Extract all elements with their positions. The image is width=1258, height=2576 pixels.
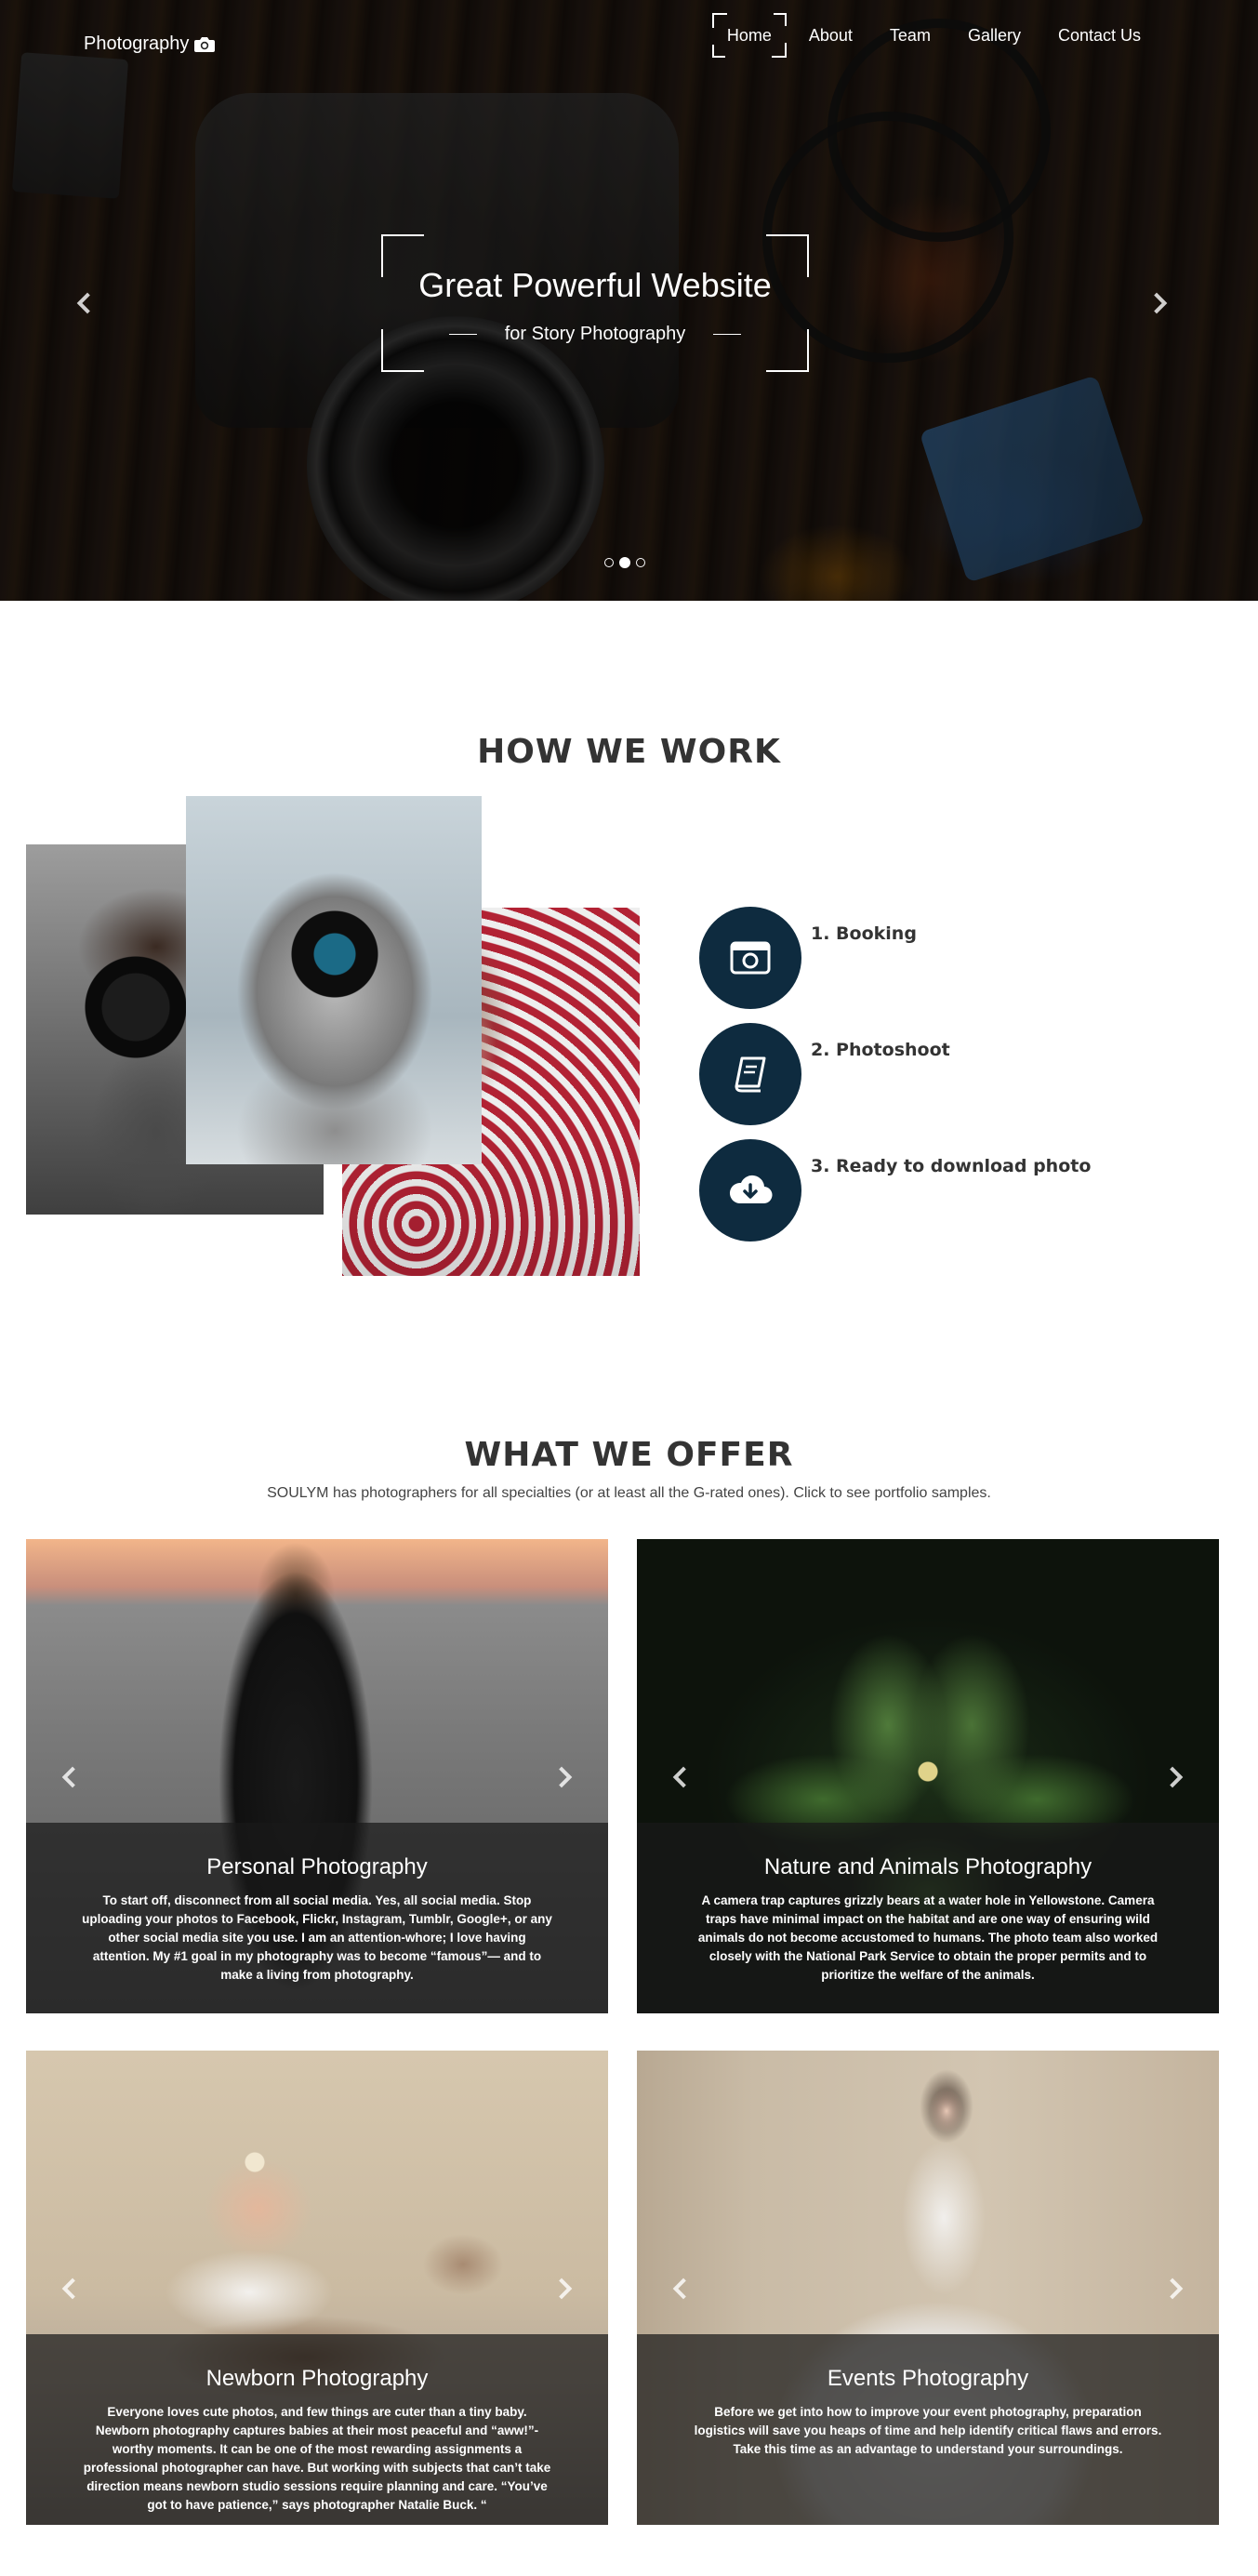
- offer-card-events[interactable]: Events Photography Before we get into ho…: [637, 2051, 1219, 2525]
- photographer-photo-2: [186, 796, 482, 1164]
- card-title: Events Photography: [827, 2366, 1029, 2391]
- step-icon-circle: [699, 1023, 801, 1125]
- step-label: 3. Ready to download photo: [811, 1156, 1092, 1176]
- hero-slide-indicators: [604, 557, 645, 568]
- book-icon: [735, 1056, 766, 1093]
- slide-dot-2[interactable]: [619, 557, 630, 568]
- card-next-chevron-right-icon[interactable]: [550, 2277, 573, 2300]
- hero-slider: Photography Home About Team Gallery Cont…: [0, 0, 1258, 601]
- camera-box-icon: [730, 941, 771, 975]
- card-caption: Nature and Animals Photography A camera …: [637, 1823, 1219, 2013]
- step-icon-circle: [699, 1139, 801, 1242]
- nav-contact-us[interactable]: Contact Us: [1053, 24, 1146, 46]
- card-prev-chevron-left-icon[interactable]: [61, 1766, 84, 1788]
- offer-card-newborn[interactable]: Newborn Photography Everyone loves cute …: [26, 2051, 608, 2525]
- card-title: Newborn Photography: [205, 2366, 429, 2391]
- step-label: 1. Booking: [811, 923, 917, 944]
- nav-home[interactable]: Home: [711, 13, 787, 58]
- what-we-offer-title: WHAT WE OFFER: [464, 1436, 794, 1474]
- step-photoshoot: 2. Photoshoot: [699, 1023, 1164, 1125]
- main-nav: Home About Team Gallery Contact Us: [711, 13, 1146, 58]
- hero-caption: Great Powerful Website for Story Photogr…: [381, 234, 809, 372]
- card-prev-chevron-left-icon[interactable]: [672, 2277, 695, 2300]
- what-we-offer-subtitle: SOULYM has photographers for all special…: [267, 1485, 991, 1501]
- card-text: Before we get into how to improve your e…: [694, 2405, 1162, 2456]
- offer-card-nature[interactable]: Nature and Animals Photography A camera …: [637, 1539, 1219, 2013]
- logo-text: Photography: [84, 33, 190, 54]
- card-caption: Events Photography Before we get into ho…: [637, 2334, 1219, 2525]
- card-text: A camera trap captures grizzly bears at …: [697, 1893, 1159, 1982]
- offer-card-personal[interactable]: Personal Photography To start off, disco…: [26, 1539, 608, 2013]
- card-prev-chevron-left-icon[interactable]: [672, 1766, 695, 1788]
- nav-gallery[interactable]: Gallery: [962, 24, 1026, 46]
- card-next-chevron-right-icon[interactable]: [550, 1766, 573, 1788]
- cloud-download-icon: [729, 1175, 773, 1204]
- slide-dot-3[interactable]: [636, 558, 645, 567]
- camera-icon: [194, 37, 216, 52]
- hero-title: Great Powerful Website: [418, 266, 772, 304]
- card-text: To start off, disconnect from all social…: [82, 1893, 552, 1982]
- card-prev-chevron-left-icon[interactable]: [61, 2277, 84, 2300]
- site-logo[interactable]: Photography: [84, 33, 216, 55]
- step-download: 3. Ready to download photo: [699, 1139, 1164, 1242]
- hero-subtitle: for Story Photography: [381, 324, 809, 345]
- card-caption: Newborn Photography Everyone loves cute …: [26, 2334, 608, 2525]
- card-title: Personal Photography: [206, 1854, 428, 1879]
- card-title: Nature and Animals Photography: [763, 1854, 1092, 1879]
- step-icon-circle: [699, 907, 801, 1009]
- slide-dot-1[interactable]: [604, 558, 614, 567]
- card-caption: Personal Photography To start off, disco…: [26, 1823, 608, 2013]
- card-next-chevron-right-icon[interactable]: [1161, 1766, 1184, 1788]
- how-we-work-title: HOW WE WORK: [477, 733, 781, 771]
- nav-team[interactable]: Team: [884, 24, 936, 46]
- step-label: 2. Photoshoot: [811, 1040, 950, 1060]
- nav-home-label: Home: [726, 26, 772, 45]
- card-next-chevron-right-icon[interactable]: [1161, 2277, 1184, 2300]
- card-text: Everyone loves cute photos, and few thin…: [83, 2405, 551, 2512]
- step-booking: 1. Booking: [699, 907, 1164, 1009]
- nav-about[interactable]: About: [803, 24, 858, 46]
